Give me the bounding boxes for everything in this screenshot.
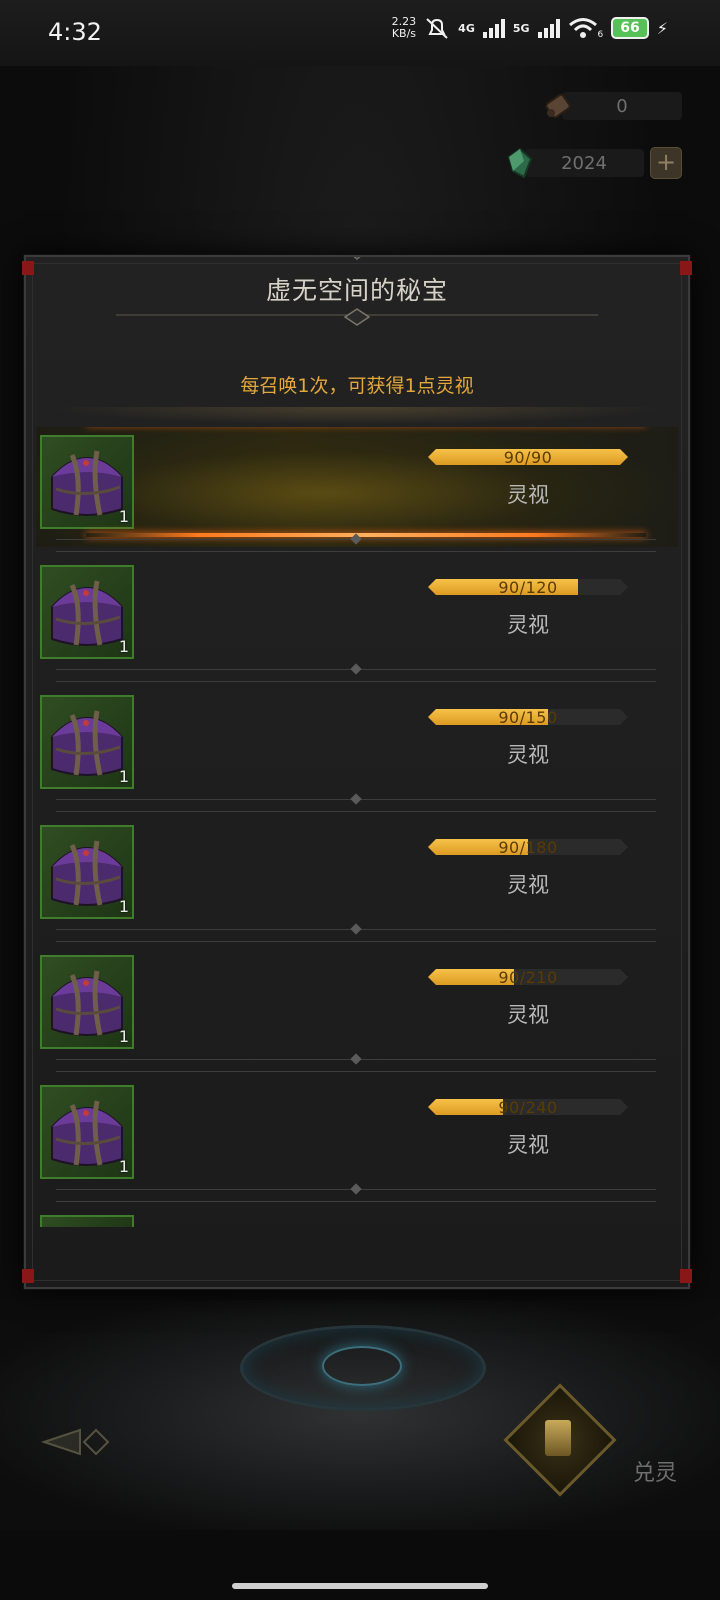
scroll-amount: 0 [562,92,682,120]
chest-icon[interactable]: 1 [40,695,134,789]
add-gem-button[interactable]: + [650,147,682,179]
reward-label: 灵视 [507,1133,549,1157]
reward-progress-bar: 90/120 [428,579,628,595]
wifi-sub-label: 6 [597,30,604,40]
row-divider [56,551,656,552]
gem-icon [507,147,533,179]
battery-indicator: 66 [611,17,649,39]
gem-currency: 2024 + [504,147,682,179]
progress-text: 90/180 [498,838,558,857]
mute-bell-icon [426,18,448,39]
reward-modal: 虚无空间的秘宝 每召唤1次，可获得1点灵视 1 90/90 灵视 1 90/120 灵视 [22,255,692,1289]
reward-list[interactable]: 1 90/90 灵视 1 90/120 灵视 1 90/150 灵视 1 90/180 灵视 [36,427,678,1227]
chest-icon[interactable]: 1 [40,565,134,659]
charging-icon: ⚡ [656,18,668,38]
network-speed-unit: KB/s [391,27,417,40]
row-divider [56,1071,656,1072]
reward-label: 灵视 [507,873,549,897]
progress-text: 90/90 [503,448,553,467]
chest-count: 1 [118,507,129,526]
exchange-label[interactable]: 兑灵 [633,1455,677,1487]
progress-text: 90/150 [498,708,558,727]
chest-icon[interactable]: 1 [40,435,134,529]
row-divider [56,941,656,942]
back-arrow-icon[interactable] [40,1420,110,1464]
chest-count: 1 [118,637,129,656]
reward-progress-bar: 90/210 [428,969,628,985]
progress-text: 90/120 [498,578,558,597]
reward-progress-bar: 90/150 [428,709,628,725]
modal-corner-bl [22,1269,34,1283]
row-divider [56,1201,656,1202]
reward-row[interactable]: 1 90/150 灵视 [36,687,678,807]
signal-4g-icon [482,18,505,38]
reward-label: 灵视 [507,613,549,637]
reward-label: 灵视 [507,483,549,507]
row-divider [56,681,656,682]
status-time: 4:32 [48,18,102,46]
status-icons: 2.23 KB/s 4G 5G 6 66 ⚡ [392,16,668,41]
chest-count: 1 [118,897,129,916]
reward-progress-bar: 90/240 [428,1099,628,1115]
reward-row[interactable]: 1 90/240 灵视 [36,1077,678,1197]
cell-label-5g: 5G [512,21,530,35]
reward-row[interactable]: 1 90/180 灵视 [36,817,678,937]
scroll-currency: 0 [542,90,682,122]
altar-core [322,1346,402,1386]
modal-title: 虚无空间的秘宝 [265,276,448,305]
chest-count: 1 [118,1157,129,1176]
modal-subtitle: 每召唤1次，可获得1点灵视 [240,375,474,397]
chest-icon[interactable]: 1 [40,955,134,1049]
reward-progress-bar: 90/90 [428,449,628,465]
modal-corner-br [680,1269,692,1283]
status-bar: 4:32 2.23 KB/s 4G 5G 6 66 ⚡ [0,0,720,68]
chest-icon[interactable]: 1 [40,1085,134,1179]
reward-row[interactable]: 1 90/210 灵视 [36,947,678,1067]
scroll-icon [545,93,571,119]
subtitle-glow [46,407,668,425]
card-icon [545,1420,571,1456]
reward-label: 灵视 [507,1003,549,1027]
chest-icon[interactable]: 1 [40,825,134,919]
cell-label-4g: 4G [458,21,475,35]
progress-text: 90/210 [498,968,558,987]
reward-row[interactable]: 1 90/90 灵视 [36,427,678,547]
chest-icon-peek[interactable] [40,1215,134,1227]
wifi-icon [568,18,597,38]
network-speed: 2.23 KB/s [392,16,417,40]
home-indicator[interactable] [232,1583,488,1589]
chest-count: 1 [118,767,129,786]
gem-amount: 2024 [524,149,644,177]
chest-count: 1 [118,1027,129,1046]
reward-row[interactable]: 1 90/120 灵视 [36,557,678,677]
row-divider [56,811,656,812]
bottom-strip [0,1530,720,1600]
highlight-glow-bottom [86,533,646,537]
reward-progress-bar: 90/180 [428,839,628,855]
progress-text: 90/240 [498,1098,558,1117]
signal-5g-icon [537,18,560,38]
reward-label: 灵视 [507,743,549,767]
